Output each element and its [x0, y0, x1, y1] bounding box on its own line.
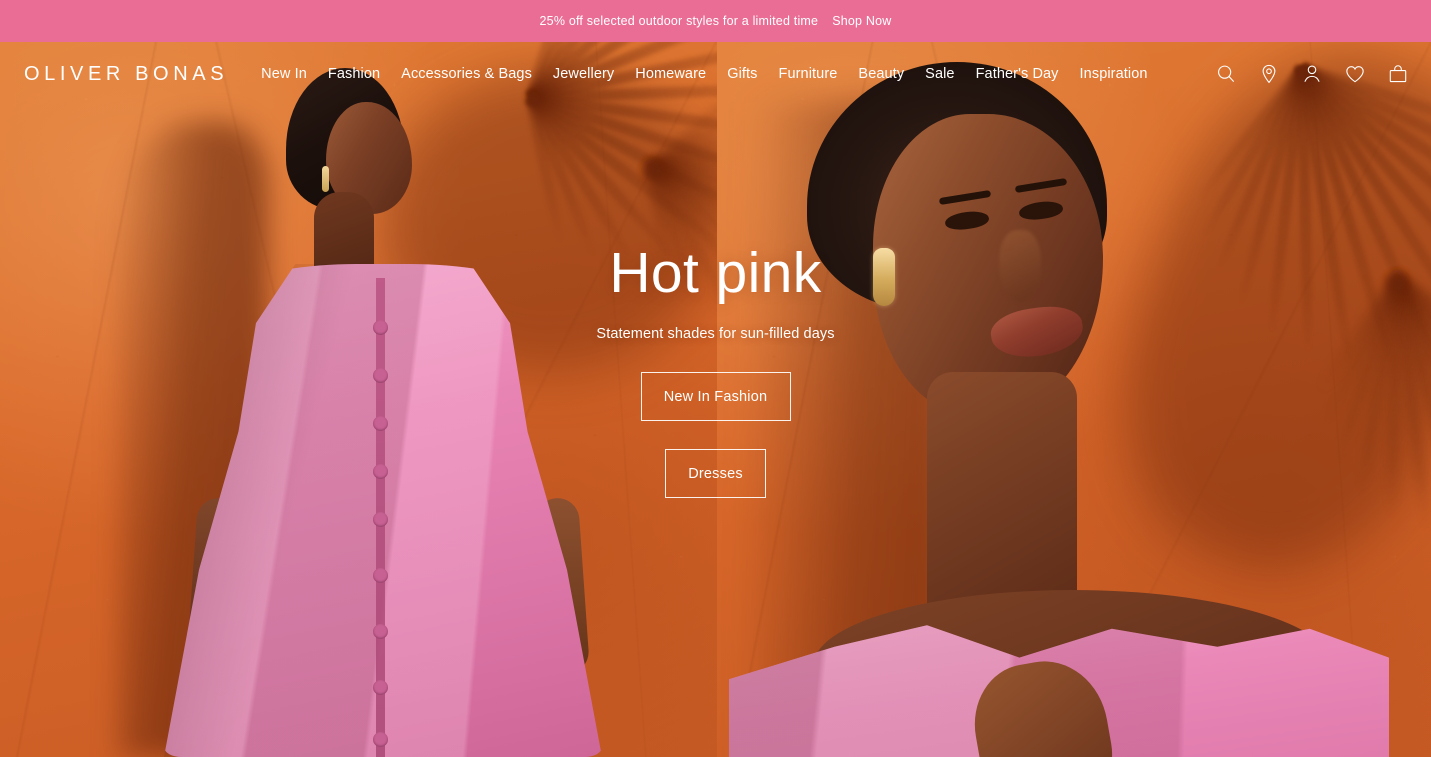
hero-panel-right	[717, 42, 1431, 757]
gold-earring-icon	[873, 248, 895, 306]
nav-item-fathers-day[interactable]: Father's Day	[976, 67, 1059, 82]
nav-item-new-in[interactable]: New In	[261, 67, 307, 82]
gold-earring-icon	[322, 166, 329, 192]
model-nose	[999, 230, 1041, 302]
site-header: OLIVER BONAS New In Fashion Accessories …	[0, 42, 1431, 106]
nav-item-sale[interactable]: Sale	[925, 67, 954, 82]
nav-item-gifts[interactable]: Gifts	[727, 67, 757, 82]
dress-button	[373, 368, 388, 383]
wishlist-heart-icon[interactable]	[1342, 61, 1368, 87]
new-in-fashion-button[interactable]: New In Fashion	[640, 372, 791, 421]
dress-button	[373, 624, 388, 639]
header-icon-group	[1213, 61, 1411, 87]
nav-item-homeware[interactable]: Homeware	[635, 67, 706, 82]
promo-shop-now-link[interactable]: Shop Now	[832, 14, 891, 28]
dress-button	[373, 416, 388, 431]
hero-panel-left	[0, 42, 717, 757]
nav-item-furniture[interactable]: Furniture	[779, 67, 838, 82]
search-icon[interactable]	[1213, 61, 1239, 87]
dress-button	[373, 464, 388, 479]
nav-item-accessories-bags[interactable]: Accessories & Bags	[401, 67, 532, 82]
account-icon[interactable]	[1299, 61, 1325, 87]
model-right	[729, 62, 1389, 757]
promo-message: 25% off selected outdoor styles for a li…	[539, 14, 819, 28]
oliver-bonas-homepage: 25% off selected outdoor styles for a li…	[0, 0, 1431, 757]
dress-button	[373, 320, 388, 335]
oliver-bonas-logo[interactable]: OLIVER BONAS	[24, 64, 228, 84]
nav-item-jewellery[interactable]: Jewellery	[553, 67, 614, 82]
dresses-button[interactable]: Dresses	[665, 449, 766, 498]
store-locator-icon[interactable]	[1256, 61, 1282, 87]
nav-item-inspiration[interactable]: Inspiration	[1080, 67, 1148, 82]
main-navigation: New In Fashion Accessories & Bags Jewell…	[261, 67, 1147, 82]
basket-icon[interactable]	[1385, 61, 1411, 87]
model-left	[164, 68, 602, 757]
model-face	[873, 114, 1103, 414]
dress-button	[373, 512, 388, 527]
dress-button	[373, 568, 388, 583]
nav-item-beauty[interactable]: Beauty	[858, 67, 904, 82]
nav-item-fashion[interactable]: Fashion	[328, 67, 380, 82]
dress-button	[373, 732, 388, 747]
promo-banner: 25% off selected outdoor styles for a li…	[0, 0, 1431, 42]
dress-button	[373, 680, 388, 695]
